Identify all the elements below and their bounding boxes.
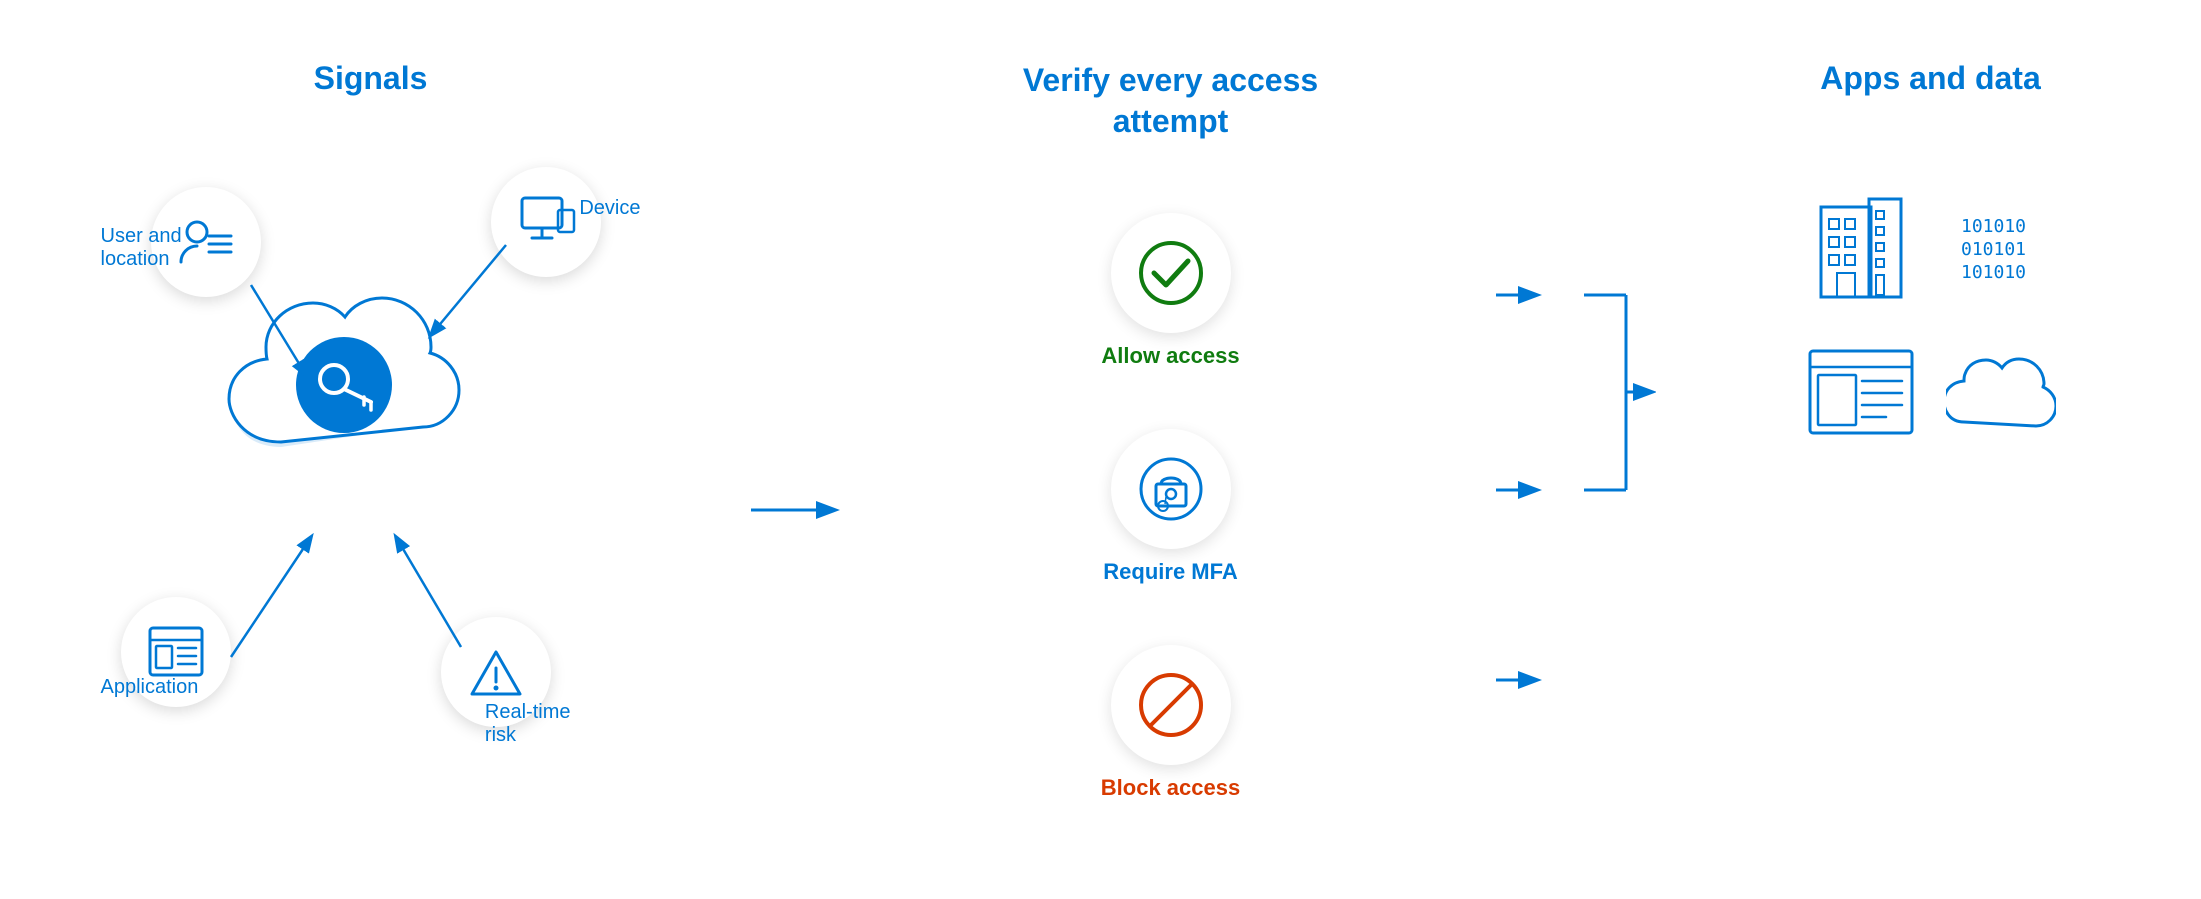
apps-grid: 101010 010101 101010 (1806, 197, 2056, 437)
signal-user-label: User and location (101, 225, 182, 271)
svg-text:101010: 101010 (1961, 262, 2026, 283)
signal-icons-area: User and location Device (111, 107, 631, 827)
verify-allow-item: Allow access (1101, 213, 1239, 369)
verify-block-item: Block access (1101, 645, 1240, 801)
verify-allow-icon (1111, 213, 1231, 333)
verify-title: Verify every accessattempt (1023, 60, 1318, 143)
verify-section: Verify every accessattempt Allow access (961, 60, 1381, 840)
apps-title: Apps and data (1820, 60, 2040, 97)
app-data-icon: 101010 010101 101010 (1946, 197, 2056, 307)
app-cloud-icon (1946, 347, 2056, 437)
svg-text:010101: 010101 (1961, 239, 2026, 260)
cloud-key-container (221, 287, 501, 487)
verify-mfa-item: Require MFA (1103, 429, 1237, 585)
diagram-container: Signals User and location (51, 20, 2151, 880)
app-dashboard-icon (1806, 347, 1916, 437)
signals-title: Signals (111, 60, 631, 97)
verify-block-label: Block access (1101, 775, 1240, 801)
apps-section: Apps and data (1771, 60, 2091, 840)
svg-text:101010: 101010 (1961, 216, 2026, 237)
signals-section: Signals User and location (111, 60, 631, 840)
signal-risk-label: Real-time risk (485, 701, 571, 747)
signals-to-verify-arrow (746, 490, 846, 530)
signal-app-label: Application (101, 676, 199, 699)
verify-to-apps-connector (1496, 60, 1656, 840)
signal-device-label: Device (579, 197, 640, 220)
app-building-icon (1806, 197, 1916, 307)
verify-items: Allow access Require MFA (1101, 213, 1240, 801)
verify-mfa-icon (1111, 429, 1231, 549)
verify-allow-label: Allow access (1101, 343, 1239, 369)
signal-device-circle (491, 167, 601, 277)
verify-block-icon (1111, 645, 1231, 765)
verify-mfa-label: Require MFA (1103, 559, 1237, 585)
